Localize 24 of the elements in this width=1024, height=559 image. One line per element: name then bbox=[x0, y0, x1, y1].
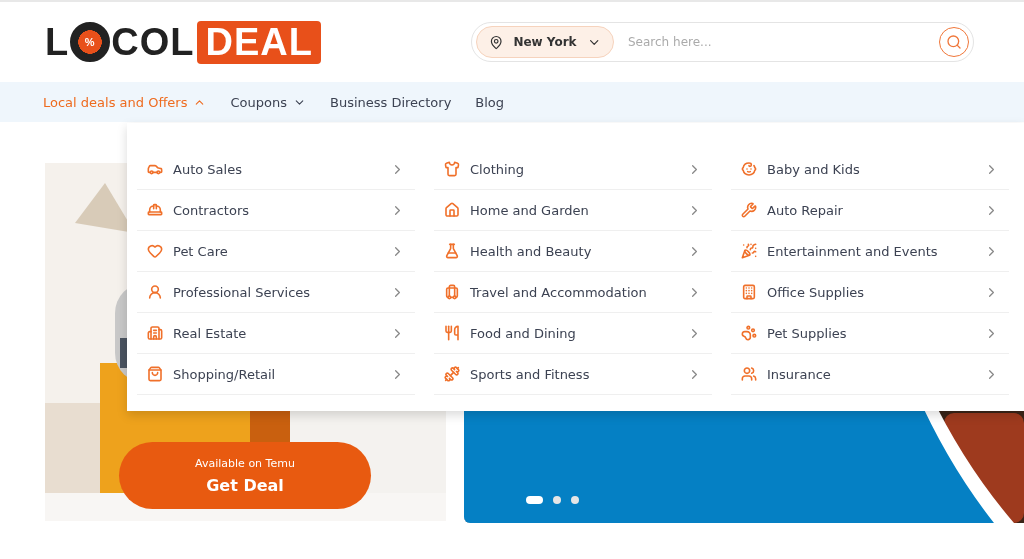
menu-item[interactable]: Baby and Kids bbox=[731, 149, 1009, 190]
menu-item[interactable]: Professional Services bbox=[137, 272, 415, 313]
menu-item[interactable]: Pet Care bbox=[137, 231, 415, 272]
menu-item[interactable]: Real Estate bbox=[137, 313, 415, 354]
nav-link[interactable]: Coupons bbox=[230, 94, 306, 110]
menu-item[interactable]: Home and Garden bbox=[434, 190, 712, 231]
menu-item[interactable]: Travel and Accommodation bbox=[434, 272, 712, 313]
menu-item[interactable]: Pet Supplies bbox=[731, 313, 1009, 354]
menu-item[interactable]: Insurance bbox=[731, 354, 1009, 395]
menu-item[interactable]: Auto Repair bbox=[731, 190, 1009, 231]
get-deal-button[interactable]: Available on Temu Get Deal bbox=[119, 442, 371, 509]
nav-link[interactable]: Business Directory bbox=[329, 94, 452, 110]
menu-item[interactable]: Office Supplies bbox=[731, 272, 1009, 313]
menu-item[interactable]: Clothing bbox=[434, 149, 712, 190]
nav-link[interactable]: Blog bbox=[475, 94, 505, 110]
menu-item[interactable]: Health and Beauty bbox=[434, 231, 712, 272]
location-selector[interactable]: New York bbox=[476, 26, 614, 58]
menu-item[interactable]: Entertainment and Events bbox=[731, 231, 1009, 272]
menu-item[interactable]: Food and Dining bbox=[434, 313, 712, 354]
menu-item[interactable]: Contractors bbox=[137, 190, 415, 231]
menu-item[interactable]: Sports and Fitness bbox=[434, 354, 712, 395]
menu-item[interactable]: Shopping/Retail bbox=[137, 354, 415, 395]
logo[interactable]: L % COL DEAL bbox=[45, 20, 321, 64]
menu-item[interactable]: Auto Sales bbox=[137, 149, 415, 190]
